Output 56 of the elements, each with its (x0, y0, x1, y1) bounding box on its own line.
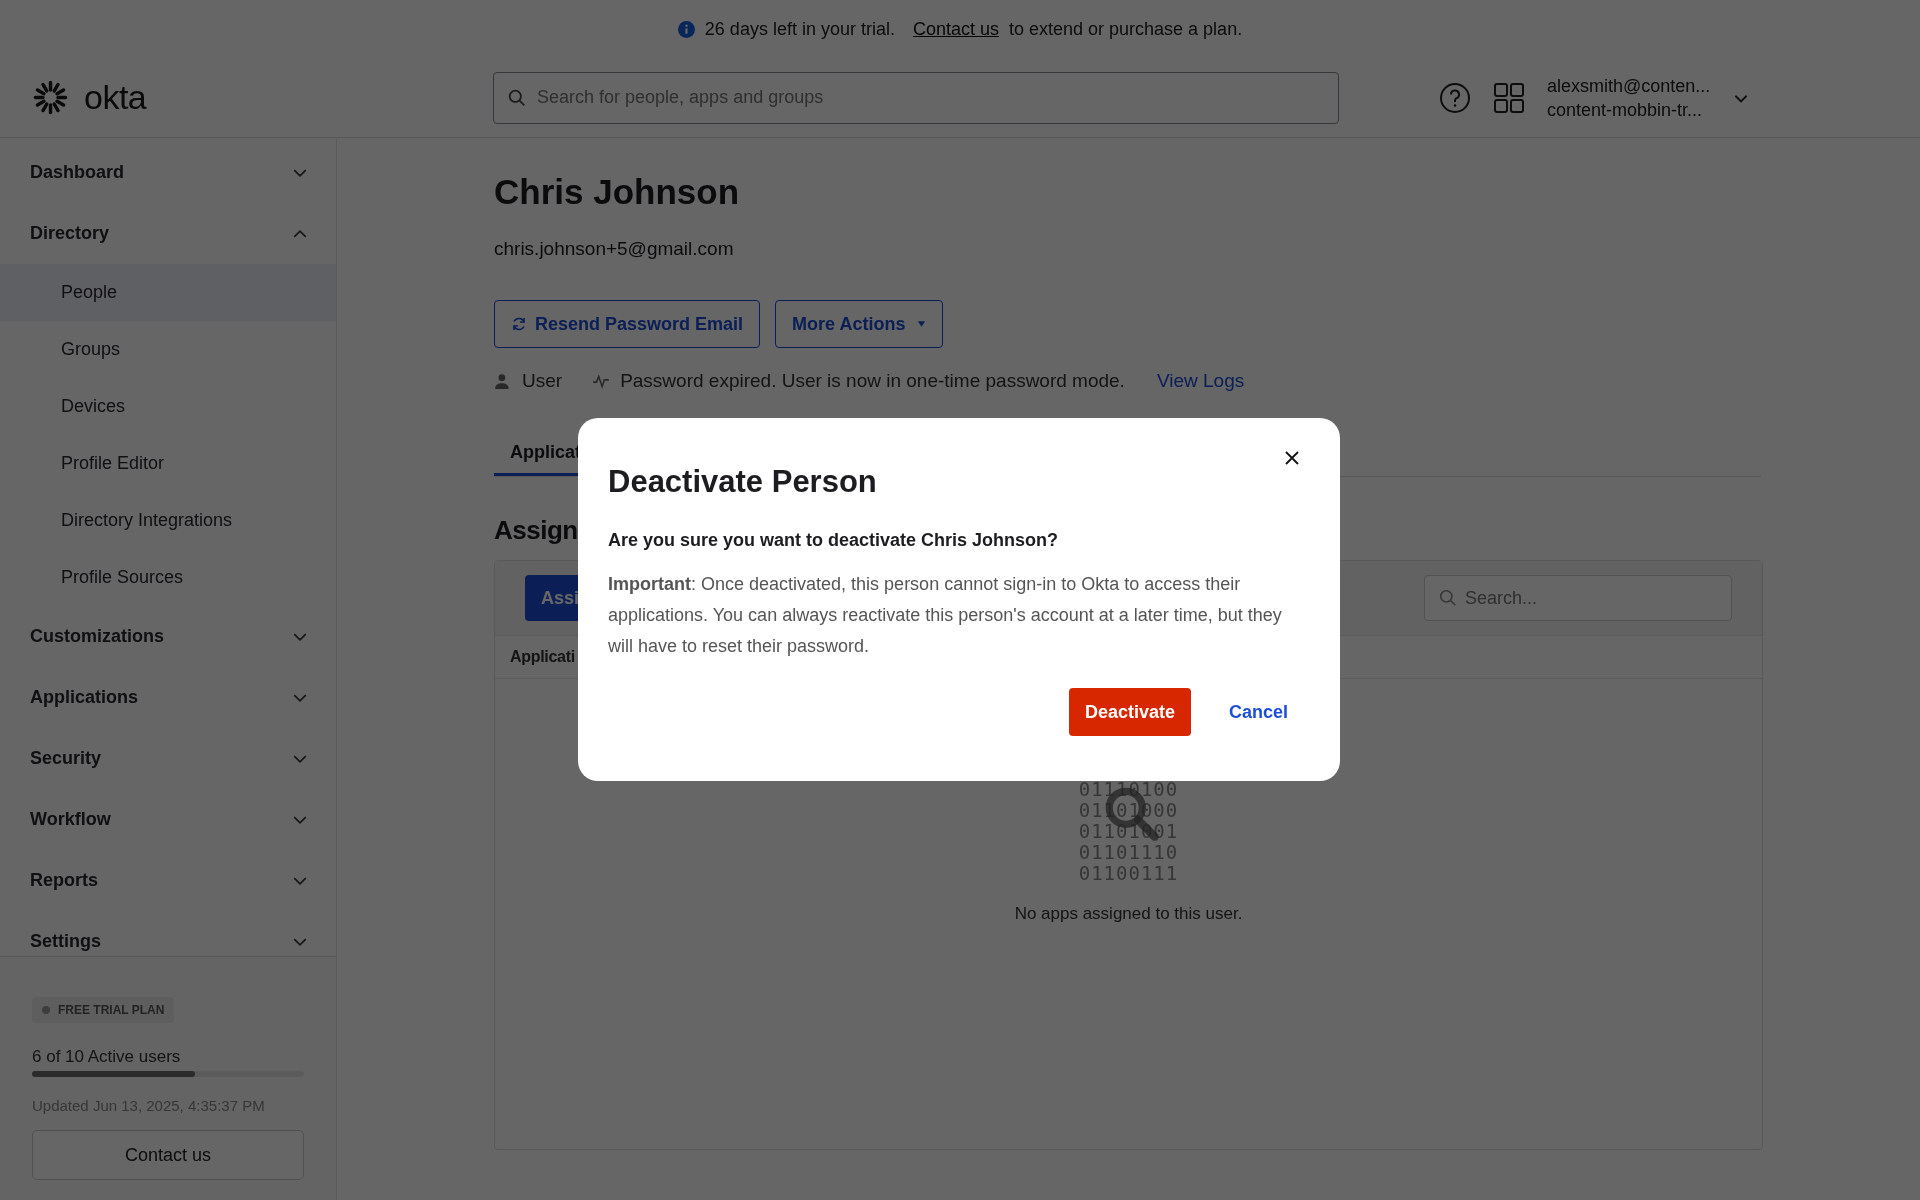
nav-section[interactable]: Directory (0, 203, 336, 264)
empty-message: No apps assigned to this user. (1014, 904, 1243, 924)
chevron-icon (293, 876, 307, 885)
nav-section[interactable]: Workflow (0, 789, 336, 850)
chevron-icon (293, 693, 307, 702)
nav-section[interactable]: Reports (0, 850, 336, 911)
plan-badge: FREE TRIAL PLAN (32, 997, 175, 1023)
person-name: Chris Johnson (494, 172, 741, 212)
contact-button[interactable]: Contact us (32, 1130, 304, 1180)
chevron-icon (293, 937, 307, 946)
dialog-title: Deactivate Person (608, 464, 878, 500)
caret-icon (917, 320, 927, 328)
app-grid-icon[interactable] (1493, 81, 1525, 114)
nav-item[interactable]: Devices (0, 378, 336, 435)
search-icon (1439, 589, 1457, 607)
chevron-icon (293, 632, 307, 641)
trial-notice: 26 days left in your trial. (704, 18, 895, 40)
nav-item[interactable]: Groups (0, 321, 336, 378)
dialog-message: Important: Once deactivated, this person cannot sign-in to Okta to access their applications. You can always reactivate this person's account at a later time, but they will have to reset their password. (608, 573, 1283, 658)
help-icon[interactable] (1439, 81, 1471, 114)
column-header: Applicati (510, 648, 575, 665)
role-label: User (522, 370, 563, 392)
refresh-icon (511, 316, 527, 332)
nav-section[interactable]: Dashboard (0, 142, 336, 203)
deactivate-button[interactable]: Deactivate (1068, 688, 1191, 736)
nav-section[interactable]: Applications (0, 667, 336, 728)
nav-section[interactable]: Customizations (0, 606, 336, 667)
account-org: content-mobbin-tr... (1547, 98, 1704, 122)
usage-label: 6 of 10 Active users (32, 1047, 182, 1067)
contact-link[interactable]: Contact us (912, 18, 999, 40)
chevron-icon (293, 168, 307, 177)
nav-item[interactable]: People (0, 264, 336, 321)
resend-button[interactable]: Resend Password Email (494, 300, 761, 348)
section-title: Assign (494, 515, 578, 546)
search-icon (508, 88, 526, 107)
person-email: chris.johnson+5@gmail.com (494, 238, 735, 260)
chevron-icon (293, 815, 307, 824)
logo-wordmark: okta (84, 78, 147, 117)
status-text: Password expired. User is now in one-time password mode. (620, 370, 1125, 392)
cancel-button[interactable]: Cancel (1222, 700, 1294, 724)
pulse-icon (592, 372, 611, 390)
user-icon (494, 372, 512, 390)
info-icon (677, 20, 695, 38)
nav-item[interactable]: Profile Editor (0, 435, 336, 492)
nav-item[interactable]: Directory Integrations (0, 492, 336, 549)
more-actions-button[interactable]: More Actions (775, 300, 944, 348)
chevron-icon (293, 229, 307, 238)
trial-notice-suffix: to extend or purchase a plan. (1009, 18, 1243, 40)
view-logs-link[interactable]: View Logs (1156, 370, 1245, 392)
chevron-icon (293, 754, 307, 763)
nav-section[interactable]: Security (0, 728, 336, 789)
close-icon[interactable] (1284, 450, 1300, 466)
account-email: alexsmith@conten... (1547, 74, 1711, 98)
nav-item[interactable]: Profile Sources (0, 549, 336, 606)
nav-section[interactable]: Settings (0, 911, 336, 956)
dialog-question: Are you sure you want to deactivate Chris Johnson? (608, 530, 1060, 551)
